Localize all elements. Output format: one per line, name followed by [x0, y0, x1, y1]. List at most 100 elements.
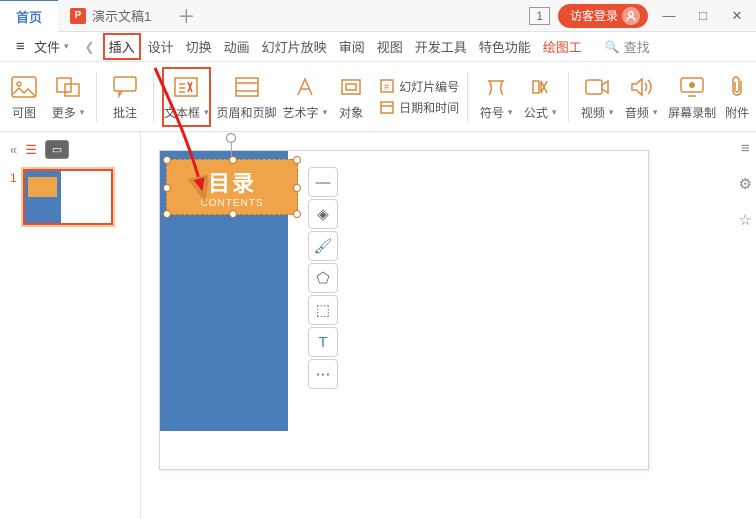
ribbon-screen-record[interactable]: 屏幕录制: [665, 67, 719, 127]
audio-icon: [627, 73, 655, 101]
chevron-down-icon: ▾: [64, 41, 69, 52]
ribbon-textbox-label: 文本框: [164, 104, 209, 121]
resize-handle-sw[interactable]: [163, 210, 171, 218]
svg-text:#: #: [384, 82, 389, 92]
ribbon-wordart[interactable]: 艺术字: [283, 67, 328, 127]
comment-icon: [111, 73, 139, 101]
resize-handle-s[interactable]: [229, 210, 237, 218]
right-rail: ≡ ⚙ ☆: [739, 140, 752, 229]
menu-insert[interactable]: 插入: [103, 33, 141, 60]
ribbon-header-footer[interactable]: 页眉和页脚: [215, 67, 279, 127]
float-brush[interactable]: 🖌: [308, 231, 338, 261]
slide-thumbnail-1[interactable]: 1: [10, 169, 130, 225]
menu-animation[interactable]: 动画: [219, 33, 255, 60]
search-box[interactable]: 查找: [605, 37, 650, 56]
more-icon: [54, 73, 82, 101]
resize-handle-n[interactable]: [229, 156, 237, 164]
resize-handle-e[interactable]: [293, 184, 301, 192]
minimize-button[interactable]: —: [656, 4, 682, 28]
selected-textbox[interactable]: 目录 CONTENTS: [166, 159, 298, 215]
ribbon-header-footer-label: 页眉和页脚: [217, 104, 277, 121]
ribbon-object-label: 对象: [339, 104, 363, 121]
menu-slideshow[interactable]: 幻灯片放映: [257, 33, 332, 60]
menu-view[interactable]: 视图: [372, 33, 408, 60]
login-label: 访客登录: [570, 7, 618, 24]
slide-view-button[interactable]: ▭: [45, 140, 69, 159]
outline-view-button[interactable]: ☰: [25, 142, 37, 158]
ribbon-attachment[interactable]: 附件: [723, 67, 751, 127]
rail-panel-toggle[interactable]: ≡: [741, 140, 750, 157]
close-button[interactable]: ✕: [724, 4, 750, 28]
ribbon-slide-number[interactable]: # 幻灯片编号: [379, 78, 459, 95]
textbox-subtitle: CONTENTS: [201, 198, 264, 209]
menu-scroll-left[interactable]: ❮: [79, 40, 101, 54]
ribbon-more[interactable]: 更多: [48, 67, 88, 127]
ribbon-audio[interactable]: 音频: [621, 67, 661, 127]
float-crop[interactable]: ⬚: [308, 295, 338, 325]
avatar-icon: [622, 7, 640, 25]
maximize-button[interactable]: □: [690, 4, 716, 28]
ribbon-formula[interactable]: 公式: [520, 67, 560, 127]
number-icon: #: [379, 78, 395, 94]
ribbon-wordart-label: 艺术字: [283, 104, 328, 121]
file-menu[interactable]: 文件 ▾: [8, 33, 77, 60]
ribbon-symbol[interactable]: 符号: [476, 67, 516, 127]
search-icon: [605, 39, 620, 54]
thumbnail-pane: « ☰ ▭ 1: [0, 132, 140, 519]
collapse-pane-button[interactable]: «: [10, 142, 17, 157]
resize-handle-ne[interactable]: [293, 156, 301, 164]
menu-devtools[interactable]: 开发工具: [410, 33, 472, 60]
image-icon: [10, 73, 38, 101]
ribbon-slidenum-datetime: # 幻灯片编号 日期和时间: [379, 78, 459, 116]
document-title: 演示文稿1: [92, 6, 151, 25]
screen-record-icon: [678, 73, 706, 101]
ribbon-video[interactable]: 视频: [577, 67, 617, 127]
resize-handle-se[interactable]: [293, 210, 301, 218]
ribbon-object[interactable]: 对象: [331, 67, 371, 127]
tab-document[interactable]: P 演示文稿1: [58, 6, 163, 25]
presentation-icon: P: [70, 8, 86, 24]
resize-handle-nw[interactable]: [163, 156, 171, 164]
ribbon-attach-label: 附件: [725, 104, 749, 121]
float-shape[interactable]: ⬠: [308, 263, 338, 293]
float-collapse[interactable]: —: [308, 167, 338, 197]
ribbon-separator: [153, 72, 154, 122]
ribbon-separator: [467, 72, 468, 122]
float-text[interactable]: T: [308, 327, 338, 357]
rail-favorite[interactable]: ☆: [739, 211, 752, 229]
calendar-icon: [379, 99, 395, 115]
login-badge[interactable]: 访客登录: [558, 4, 648, 28]
menu-special[interactable]: 特色功能: [474, 33, 536, 60]
rail-settings[interactable]: ⚙: [739, 175, 752, 193]
formula-icon: [526, 73, 554, 101]
menu-review[interactable]: 审阅: [334, 33, 370, 60]
ribbon-image-label: 可图: [12, 104, 36, 121]
tab-home[interactable]: 首页: [0, 0, 58, 32]
new-tab-button[interactable]: ＋: [163, 3, 209, 29]
file-label: 文件: [34, 37, 60, 56]
ribbon-screenrec-label: 屏幕录制: [668, 104, 716, 121]
ribbon-image[interactable]: 可图: [4, 67, 44, 127]
resize-handle-w[interactable]: [163, 184, 171, 192]
float-layers[interactable]: ◈: [308, 199, 338, 229]
thumbnail-number: 1: [10, 169, 17, 225]
search-label: 查找: [624, 37, 650, 56]
textbox-icon: [172, 73, 200, 101]
slide[interactable]: 目录 CONTENTS — ◈ 🖌 ⬠ ⬚ T ⋯: [159, 150, 649, 470]
rotation-connector: [231, 141, 232, 157]
ribbon-symbol-label: 符号: [480, 104, 513, 121]
menu-design[interactable]: 设计: [143, 33, 179, 60]
ribbon-textbox[interactable]: 文本框: [162, 67, 211, 127]
ribbon-more-label: 更多: [52, 104, 85, 121]
ribbon-slidenum-label: 幻灯片编号: [399, 78, 459, 95]
ribbon-datetime[interactable]: 日期和时间: [379, 99, 459, 116]
ribbon-comment[interactable]: 批注: [105, 67, 145, 127]
float-more[interactable]: ⋯: [308, 359, 338, 389]
window-count-badge: 1: [529, 7, 550, 25]
slide-canvas[interactable]: 目录 CONTENTS — ◈ 🖌 ⬠ ⬚ T ⋯: [140, 132, 756, 519]
menu-drawing[interactable]: 绘图工: [538, 33, 587, 60]
object-icon: [337, 73, 365, 101]
rotation-handle[interactable]: [226, 133, 236, 143]
burger-icon: [16, 38, 30, 55]
menu-transition[interactable]: 切换: [181, 33, 217, 60]
